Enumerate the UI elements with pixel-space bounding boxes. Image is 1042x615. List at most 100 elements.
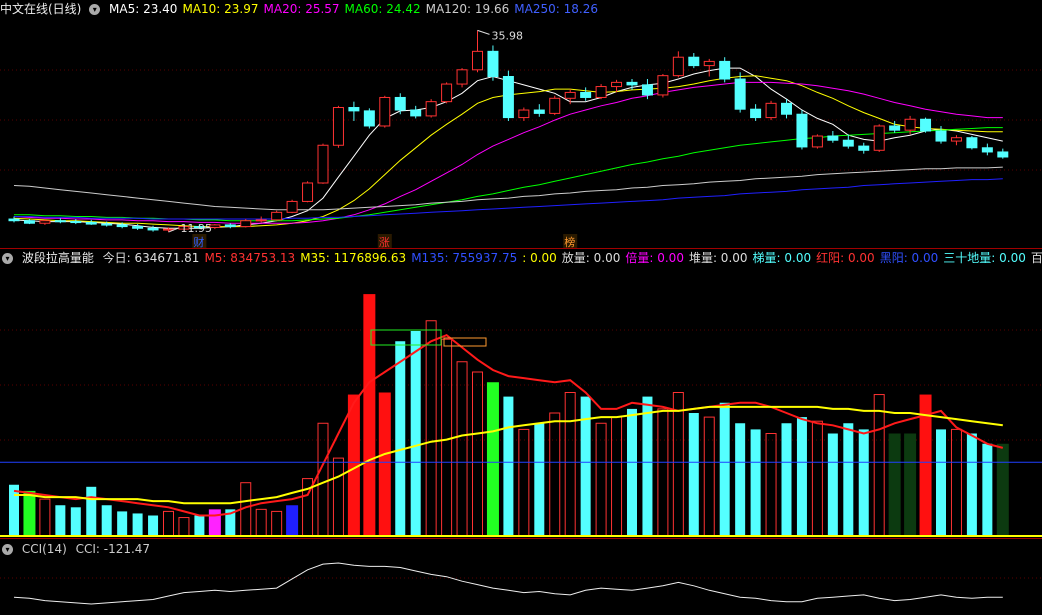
volume-bar [208,509,221,536]
candle-body [441,83,453,103]
volume-bar [719,402,730,536]
high-pointer [477,29,490,35]
candle-body [317,144,329,184]
candle-body [904,118,916,131]
volume-bar [441,338,453,537]
volume-bar [642,396,653,536]
volume-indicator-title[interactable]: 波段拉高量能 [22,251,94,265]
candle-body [858,145,870,151]
candle-body [255,219,267,222]
candle-body [472,50,483,71]
ma-legend-item-4: MA120: 19.66 [425,2,510,16]
candle-body [379,96,391,127]
candle-body [302,182,314,202]
volume-bar [904,433,917,536]
candle-body [765,102,777,119]
volume-bar [9,484,19,536]
candle-body [750,108,762,119]
volume-bar [132,513,143,536]
volume-legend-item-2: M35: 1176896.63 [300,251,407,265]
stock-chart[interactable]: 35.98 11.95财 涨 榜 [0,0,1042,615]
volume-bar [873,394,885,537]
cci-value: CCI: -121.47 [75,542,151,556]
volume-bar [332,457,344,537]
volume-bar [378,392,391,536]
candle-body [889,125,901,131]
volume-bar [472,371,483,537]
low-price-label: 11.95 [181,222,213,235]
candle-body [147,227,159,231]
candle-body [456,69,468,85]
ma-legend-item-1: MA10: 23.97 [182,2,259,16]
candle-body [54,220,66,223]
stock-title[interactable]: 中文在线(日线) [0,2,81,16]
candle-body [502,76,514,119]
candle-body [935,130,947,142]
volume-bar [534,423,545,536]
volume-bar [966,433,977,536]
volume-legend-item-9: 红阳: 0.00 [816,251,875,265]
volume-bar [781,423,792,536]
volume-bar [996,443,1009,536]
candle-body [132,226,144,229]
candle-body [394,96,406,111]
candle-body [580,91,592,98]
main-legend: 中文在线(日线) ▾ MA5: 23.40 MA10: 23.97 MA20: 25… [0,0,1042,18]
candle-body [533,109,545,114]
volume-bar [148,515,159,536]
volume-bar [163,510,174,537]
candle-body [641,84,653,96]
volume-bar [843,423,854,536]
candle-body [796,113,808,148]
cci-line [13,562,1003,605]
candle-body [688,56,700,67]
candle-body [425,101,437,117]
volume-settings-icon[interactable]: ▾ [2,253,13,264]
candle-body [8,218,20,222]
candle-body [518,109,530,119]
volume-bar [55,505,66,536]
candle-body [286,200,298,213]
volume-bar [611,416,623,537]
cci-legend: ▾ CCI(14) CCI: -121.47 [0,540,1042,558]
candle-body [564,91,576,99]
volume-bar [178,517,190,537]
ma-legend-item-5: MA250: 18.26 [514,2,598,16]
candle-body [811,135,823,148]
volume-legend-item-0: 今日: 634671.81 [102,251,200,265]
volume-legend-item-12: 百日地量: 0.00 [1030,251,1042,265]
candle-body [163,228,174,231]
volume-legend-item-10: 黑阳: 0.00 [879,251,939,265]
volume-bar [39,498,51,537]
volume-legend: ▾ 波段拉高量能 今日: 634671.81 M5: 834753.13 M35: … [0,249,1042,267]
volume-bar [503,396,514,536]
candle-body [719,60,731,80]
cci-settings-icon[interactable]: ▾ [2,544,13,555]
volume-bar [101,505,112,536]
candle-body [240,220,252,228]
candle-body [950,137,962,142]
candle-body [224,224,236,228]
volume-bar [70,507,81,536]
volume-legend-item-5: 放量: 0.00 [561,251,621,265]
volume-bar [827,433,838,536]
cci-title[interactable]: CCI(14) [22,542,67,556]
candle-body [271,211,283,221]
candle-body [781,102,792,115]
volume-legend-item-3: M135: 755937.75 [411,251,518,265]
volume-bar [194,515,205,536]
candle-body [487,50,499,77]
candle-body [39,220,51,224]
ma60-line [14,127,1003,222]
settings-icon[interactable]: ▾ [89,4,101,15]
volume-legend-item-11: 三十地量: 0.00 [943,251,1026,265]
ma120-line [13,166,1003,211]
ma250-line [14,178,1003,220]
volume-bar [425,320,437,537]
volume-bar [688,413,699,536]
candle-body [332,107,344,146]
volume-bar [982,443,993,536]
volume-bar [271,510,283,537]
volume-bar [765,433,777,537]
volume-bar [796,417,807,536]
